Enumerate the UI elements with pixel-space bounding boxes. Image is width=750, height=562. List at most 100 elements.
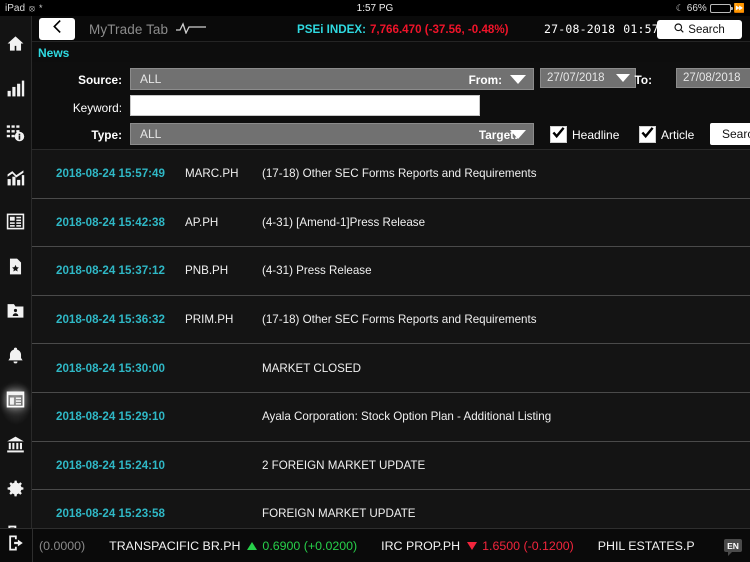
psei-index-value: 7,766.470 (-37.56, -0.48%) [369, 22, 509, 36]
type-label: Type: [91, 128, 122, 142]
status-bar-time: 1:57 PG [356, 2, 394, 14]
ios-status-bar: iPad ⦻ * 1:57 PG ☾ 66% ⏩ [0, 0, 750, 16]
sidebar-item-home[interactable] [0, 24, 32, 69]
from-label: From: [468, 73, 502, 87]
news-row-symbol: PRIM.PH [185, 313, 234, 327]
news-row-time: 2018-08-24 15:42:38 [56, 215, 165, 229]
news-row-symbol: MARC.PH [185, 167, 239, 181]
chevron-down-icon [510, 74, 526, 84]
ticker-item[interactable]: PHIL ESTATES.P [598, 539, 702, 553]
left-sidebar [0, 16, 32, 562]
checkbox-box [550, 126, 567, 143]
news-row[interactable]: 2018-08-24 15:42:38 AP.PH (4-31) [Amend-1]… [32, 199, 750, 248]
sidebar-item-settings[interactable] [0, 469, 32, 514]
news-list[interactable]: 2018-08-24 15:57:49 MARC.PH (17-18) Other … [32, 150, 750, 528]
psei-index: PSEi INDEX: 7,766.470 (-37.56, -0.48%) [297, 16, 509, 42]
check-icon [641, 126, 654, 144]
news-row[interactable]: 2018-08-24 15:24:10 2 FOREIGN MARKET UPDA… [32, 442, 750, 491]
arrow-down-icon [467, 541, 478, 550]
ticker-strip[interactable]: (0.0000) TRANSPACIFIC BR.PH 0.6900 (+0.020… [32, 528, 750, 562]
home-icon [6, 34, 25, 58]
source-dropdown-value: ALL [140, 72, 162, 86]
check-icon [552, 126, 565, 144]
page-title: MyTrade Tab [89, 21, 206, 37]
section-tab-news[interactable]: News [38, 46, 69, 60]
bottom-ticker-bar: (0.0000) TRANSPACIFIC BR.PH 0.6900 (+0.020… [0, 528, 750, 562]
arrow-up-icon [247, 541, 258, 550]
news-panel-icon [6, 390, 25, 414]
news-row-headline: (17-18) Other SEC Forms Reports and Requ… [262, 313, 537, 327]
sidebar-item-news[interactable] [0, 380, 32, 425]
sidebar-item-news-feed[interactable] [0, 202, 32, 247]
sidebar-item-reports[interactable] [0, 247, 32, 292]
battery-icon [709, 3, 733, 13]
nav-title-text: MyTrade Tab [89, 21, 169, 37]
news-row-time: 2018-08-24 15:30:00 [56, 361, 165, 375]
news-row-time: 2018-08-24 15:36:32 [56, 313, 165, 327]
headline-checkbox-label: Headline [572, 127, 620, 142]
source-label: Source: [78, 73, 122, 87]
to-date-dropdown[interactable]: 27/08/2018 [676, 68, 750, 88]
article-checkbox[interactable]: Article [639, 126, 694, 143]
news-row-headline: MARKET CLOSED [262, 361, 361, 375]
from-date-value: 27/07/2018 [547, 72, 605, 84]
news-row-headline: (4-31) Press Release [262, 264, 372, 278]
ticker-item-name: IRC PROP.PH [381, 538, 461, 553]
keyword-label: Keyword: [72, 101, 122, 115]
news-row[interactable]: 2018-08-24 15:36:32 PRIM.PH (17-18) Other … [32, 296, 750, 345]
status-bar-right: ☾ 66% ⏩ [676, 3, 745, 14]
navbar-search-button[interactable]: Search [657, 20, 742, 39]
news-row-headline: FOREIGN MARKET UPDATE [262, 507, 416, 521]
psei-index-label: PSEi INDEX: [297, 22, 366, 36]
nav-date: 27-08-2018 [544, 22, 616, 36]
news-row-time: 2018-08-24 15:57:49 [56, 167, 165, 181]
article-checkbox-label: Article [661, 127, 695, 142]
newspaper-icon [6, 212, 25, 236]
from-date-dropdown[interactable]: 27/07/2018 [540, 68, 636, 88]
language-label: EN [724, 539, 742, 556]
file-star-icon [6, 257, 25, 281]
news-row[interactable]: 2018-08-24 15:57:49 MARC.PH (17-18) Other … [32, 150, 750, 199]
news-row[interactable]: 2018-08-24 15:30:00 MARKET CLOSED [32, 344, 750, 393]
ticker-item-price: 0.6900 (+0.0200) [262, 538, 358, 553]
news-row-symbol: AP.PH [185, 215, 219, 229]
back-button[interactable] [39, 17, 75, 40]
news-row-time: 2018-08-24 15:23:58 [56, 507, 165, 521]
sidebar-item-bank[interactable] [0, 425, 32, 470]
sidebar-item-portfolio[interactable] [0, 291, 32, 336]
news-row-time: 2018-08-24 15:24:10 [56, 458, 165, 472]
to-date-value: 27/08/2018 [683, 72, 741, 84]
logout-icon [7, 534, 25, 557]
sidebar-item-trends[interactable] [0, 158, 32, 203]
ticker-item-name: TRANSPACIFIC BR.PH [109, 538, 241, 553]
battery-percent-label: 66% [686, 2, 707, 14]
news-row-headline: (4-31) [Amend-1]Press Release [262, 215, 426, 229]
lightning-icon: ⏩ [733, 2, 745, 13]
target-label: Target: [478, 128, 518, 142]
navbar-search-label: Search [688, 23, 725, 36]
filter-search-button[interactable]: Search [710, 123, 750, 145]
moon-icon: ☾ [675, 2, 684, 13]
ticker-partial-value: (0.0000) [39, 538, 86, 553]
keyword-input[interactable] [130, 95, 480, 116]
sidebar-item-watchlist[interactable] [0, 113, 32, 158]
gear-icon [6, 479, 25, 503]
news-row-headline: (17-18) Other SEC Forms Reports and Requ… [262, 167, 537, 181]
to-label: To: [634, 73, 652, 87]
ticker-item[interactable]: IRC PROP.PH 1.6500 (-0.1200) [381, 539, 574, 553]
bell-icon [6, 346, 25, 370]
news-row[interactable]: 2018-08-24 15:37:12 PNB.PH (4-31) Press Re… [32, 247, 750, 296]
sidebar-item-alerts[interactable] [0, 336, 32, 381]
ticker-logout-button[interactable] [0, 529, 32, 562]
news-row[interactable]: 2018-08-24 15:23:58 FOREIGN MARKET UPDATE [32, 490, 750, 528]
bank-icon [6, 435, 25, 459]
ticker-item-name: PHIL ESTATES.P [597, 538, 695, 553]
news-row-headline: 2 FOREIGN MARKET UPDATE [262, 458, 426, 472]
ticker-item[interactable]: TRANSPACIFIC BR.PH 0.6900 (+0.0200) [109, 539, 357, 553]
checkbox-box [639, 126, 656, 143]
headline-checkbox[interactable]: Headline [550, 126, 619, 143]
pulse-line-icon [176, 21, 206, 34]
language-bubble-icon[interactable]: EN [722, 536, 744, 556]
sidebar-item-market-chart[interactable] [0, 69, 32, 114]
news-row[interactable]: 2018-08-24 15:29:10 Ayala Corporation: St… [32, 393, 750, 442]
